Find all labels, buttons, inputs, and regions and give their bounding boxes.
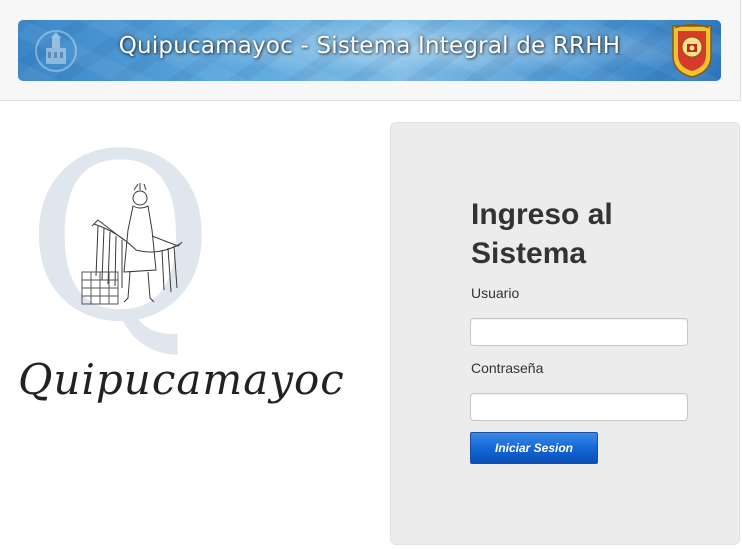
header-banner: Quipucamayoc - Sistema Integral de RRHH <box>18 20 721 81</box>
password-input[interactable] <box>470 393 688 421</box>
university-crest-icon <box>672 23 712 78</box>
system-title: Quipucamayoc - Sistema Integral de RRHH <box>118 33 621 59</box>
login-button[interactable]: Iniciar Sesion <box>470 432 598 464</box>
header: Quipucamayoc - Sistema Integral de RRHH <box>0 0 741 101</box>
password-label: Contraseña <box>471 360 544 376</box>
login-panel: Ingreso al Sistema Usuario Contraseña In… <box>390 122 740 545</box>
quipucamayoc-logo: Q Quipucamayoc <box>16 125 344 425</box>
username-input[interactable] <box>470 318 688 346</box>
quipucamayoc-figure-icon <box>81 183 183 305</box>
logo-wordmark: Quipucamayoc <box>18 355 345 404</box>
login-heading: Ingreso al Sistema <box>471 198 613 270</box>
username-label: Usuario <box>471 285 520 301</box>
